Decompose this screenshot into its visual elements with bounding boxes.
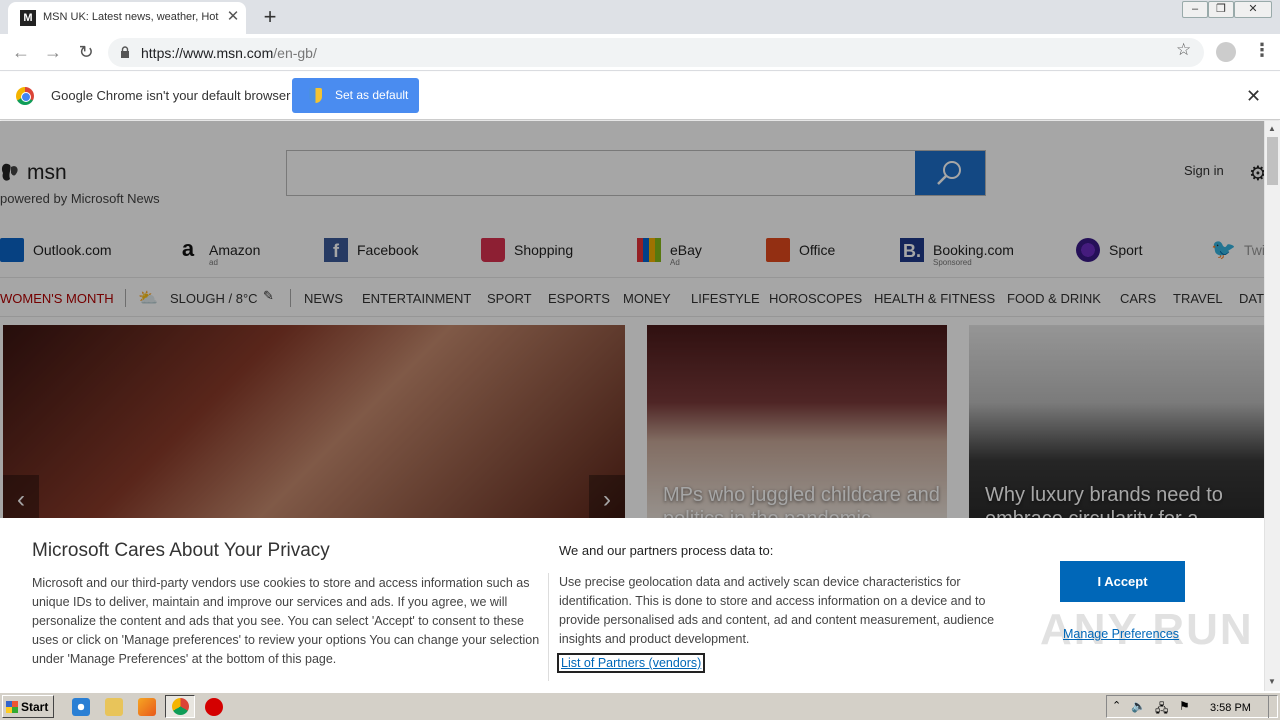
msn-icon: M xyxy=(20,10,36,26)
restore-icon[interactable]: ❐ xyxy=(1208,1,1234,18)
privacy-divider xyxy=(548,573,549,681)
show-desktop-button[interactable] xyxy=(1268,695,1278,718)
windows-taskbar: Start ⌃ 🔈 🖧 ⚑ 3:58 PM xyxy=(0,692,1280,720)
scroll-up-icon[interactable]: ▲ xyxy=(1268,124,1276,133)
start-button[interactable]: Start xyxy=(2,695,54,718)
opera-icon[interactable] xyxy=(205,698,223,716)
privacy-title: Microsoft Cares About Your Privacy xyxy=(32,540,330,561)
profile-avatar[interactable] xyxy=(1216,42,1236,62)
folder-icon[interactable] xyxy=(105,698,123,716)
minimize-icon[interactable]: ‒ xyxy=(1182,1,1208,18)
chrome-icon xyxy=(16,87,34,105)
back-icon[interactable]: ← xyxy=(9,40,33,64)
set-as-default-button[interactable]: Set as default xyxy=(292,78,419,113)
manage-preferences-link[interactable]: Manage Preferences xyxy=(1063,627,1179,641)
page-scrollbar[interactable]: ▲ ▼ xyxy=(1264,121,1280,691)
infobar-message: Google Chrome isn't your default browser xyxy=(51,88,291,103)
action-center-flag-icon[interactable]: ⚑ xyxy=(1179,699,1190,713)
address-bar[interactable]: https://www.msn.com/en-gb/ xyxy=(108,38,1204,67)
scroll-thumb[interactable] xyxy=(1267,137,1278,185)
partners-title: We and our partners process data to: xyxy=(559,543,774,558)
chrome-icon xyxy=(172,698,189,715)
new-tab-button[interactable]: + xyxy=(257,4,283,30)
privacy-consent-banner: Microsoft Cares About Your Privacy Micro… xyxy=(0,518,1264,691)
media-player-icon[interactable] xyxy=(138,698,156,716)
tab-strip: M MSN UK: Latest news, weather, Hot ✕ + … xyxy=(0,0,1280,34)
url-text: https://www.msn.com/en-gb/ xyxy=(141,45,317,61)
modal-backdrop xyxy=(0,121,1264,518)
bookmark-star-icon[interactable]: ☆ xyxy=(1176,40,1191,60)
partners-body: Use precise geolocation data and activel… xyxy=(559,575,995,646)
lock-icon xyxy=(121,46,129,58)
clock: 3:58 PM xyxy=(1210,702,1251,714)
list-of-partners-link[interactable]: List of Partners (vendors) xyxy=(557,653,706,673)
menu-icon[interactable]: ⋮ xyxy=(1253,40,1271,61)
reload-icon[interactable]: ↻ xyxy=(74,40,98,64)
shield-icon xyxy=(309,88,322,103)
volume-icon[interactable]: 🔈 xyxy=(1131,699,1146,713)
close-window-icon[interactable]: ✕ xyxy=(1234,1,1272,18)
tray-expand-icon[interactable]: ⌃ xyxy=(1112,699,1121,712)
accept-button[interactable]: I Accept xyxy=(1060,561,1185,602)
tab-close-icon[interactable]: ✕ xyxy=(225,9,241,25)
network-icon[interactable]: 🖧 xyxy=(1155,699,1168,720)
tab-msn[interactable]: M MSN UK: Latest news, weather, Hot ✕ xyxy=(8,2,246,34)
browser-toolbar: ← → ↻ https://www.msn.com/en-gb/ ☆ ⋮ xyxy=(0,34,1280,71)
forward-icon[interactable]: → xyxy=(41,40,65,64)
taskbar-chrome-button[interactable] xyxy=(165,695,195,718)
windows-flag-icon xyxy=(6,701,18,713)
scroll-down-icon[interactable]: ▼ xyxy=(1268,677,1276,686)
privacy-body: Microsoft and our third-party vendors us… xyxy=(32,576,540,666)
ie-icon[interactable] xyxy=(72,698,90,716)
default-browser-infobar: Google Chrome isn't your default browser… xyxy=(0,72,1280,120)
infobar-close-icon[interactable]: ✕ xyxy=(1246,86,1261,107)
tab-title: MSN UK: Latest news, weather, Hot xyxy=(43,11,219,23)
system-tray: ⌃ 🔈 🖧 ⚑ xyxy=(1106,695,1278,718)
